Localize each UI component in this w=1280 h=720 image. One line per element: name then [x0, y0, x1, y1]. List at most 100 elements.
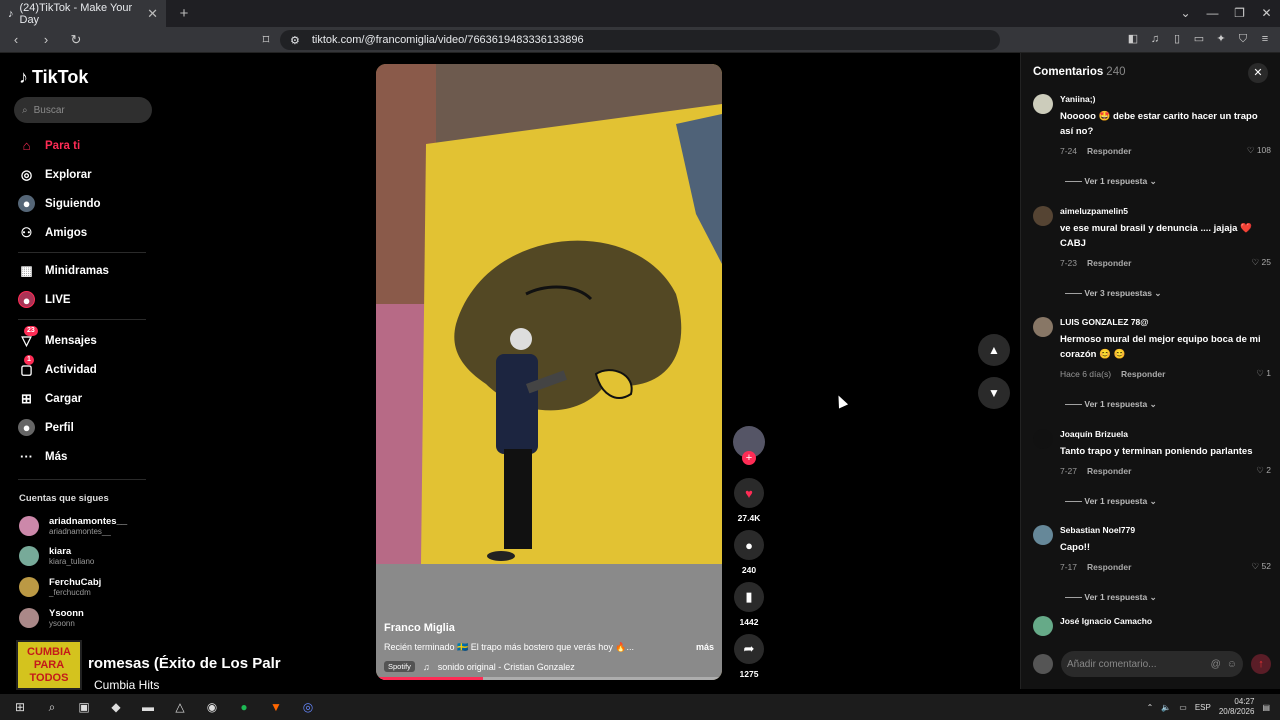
next-video-button[interactable]: ▼ — [978, 377, 1010, 409]
following-account[interactable]: ariadnamontes__ ariadnamontes__ — [19, 516, 127, 536]
following-account[interactable]: kiara kiara_tuliano — [19, 546, 94, 566]
avatar[interactable] — [1033, 206, 1053, 226]
video-sound[interactable]: Spotify ♫ sonido original - Cristian Gon… — [384, 661, 714, 672]
save-button[interactable]: ▮ 1442 — [733, 582, 765, 627]
comment-like-button[interactable]: ♡ 108 — [1247, 145, 1271, 156]
menu-icon[interactable]: ≡ — [1258, 32, 1272, 46]
more-link[interactable]: más — [696, 642, 714, 653]
brave-icon[interactable]: ▼ — [264, 700, 288, 714]
browser-tab[interactable]: ♪ (24)TikTok - Make Your Day ✕ — [0, 0, 166, 27]
site-info-icon[interactable]: ⚙ — [290, 34, 300, 47]
spotify-overlay[interactable]: CUMBIA PARA TODOS romesas (Éxito de Los … — [14, 640, 294, 692]
emoji-icon[interactable]: ☺ — [1227, 659, 1237, 670]
comment-button[interactable]: ● 240 — [733, 530, 765, 575]
app-icon[interactable]: △ — [168, 700, 192, 714]
forward-icon[interactable]: › — [36, 32, 56, 47]
clock[interactable]: 04:27 20/8/2026 — [1219, 697, 1255, 717]
comment-like-button[interactable]: ♡ 2 — [1256, 465, 1271, 476]
reply-button[interactable]: Responder — [1087, 562, 1131, 572]
spotify-chip[interactable]: Spotify — [384, 661, 415, 672]
sidebar-icon[interactable]: ▯ — [1170, 32, 1184, 46]
search-input[interactable]: ⌕ Buscar — [14, 97, 152, 123]
sidebar-item-amigos[interactable]: ⚇ Amigos — [18, 224, 88, 241]
view-replies-button[interactable]: —— Ver 1 respuesta ⌄ — [1065, 399, 1271, 410]
follow-plus-icon[interactable]: + — [742, 451, 756, 465]
tiktok-logo[interactable]: ♪ TikTok — [19, 67, 88, 88]
following-account[interactable]: FerchuCabj _ferchucdm — [19, 577, 101, 597]
previous-video-button[interactable]: ▲ — [978, 334, 1010, 366]
sidebar-item-actividad[interactable]: ▢ 1 Actividad — [18, 355, 97, 378]
avatar[interactable] — [1033, 94, 1053, 114]
back-icon[interactable]: ‹ — [6, 32, 26, 47]
mention-icon[interactable]: @ — [1211, 659, 1221, 670]
close-tab-icon[interactable]: ✕ — [147, 6, 158, 22]
sidebar-item-explorar[interactable]: ◎ Explorar — [18, 166, 92, 183]
music-icon[interactable]: ♫ — [1148, 32, 1162, 46]
reply-button[interactable]: Responder — [1121, 369, 1165, 379]
ai-icon[interactable]: ✦ — [1214, 32, 1228, 46]
close-comments-button[interactable]: ✕ — [1248, 63, 1268, 83]
bookmark-icon[interactable]: ⌑ — [256, 32, 276, 48]
like-button[interactable]: ♥ 27.4K — [733, 478, 765, 523]
volume-icon[interactable]: 🔈 — [1161, 703, 1171, 712]
close-window-icon[interactable]: ✕ — [1253, 0, 1280, 27]
comment-input[interactable]: Añadir comentario... @ ☺ — [1061, 651, 1243, 677]
avatar[interactable] — [1033, 525, 1053, 545]
language-indicator[interactable]: ESP — [1195, 703, 1211, 712]
view-replies-button[interactable]: —— Ver 1 respuesta ⌄ — [1065, 496, 1271, 507]
comment-like-button[interactable]: ♡ 1 — [1256, 368, 1271, 379]
reply-button[interactable]: Responder — [1087, 258, 1131, 268]
view-replies-button[interactable]: —— Ver 1 respuesta ⌄ — [1065, 592, 1271, 603]
sidebar-item-siguiendo[interactable]: ● Siguiendo — [18, 195, 101, 212]
avatar[interactable] — [1033, 429, 1053, 449]
video-player[interactable]: Franco Miglia Recién terminado 🇸🇪 El tra… — [376, 64, 722, 680]
sidebar-item-live[interactable]: ● LIVE — [18, 291, 71, 308]
chevron-up-icon[interactable]: ⌃ — [1147, 703, 1154, 712]
app-icon[interactable]: ◉ — [200, 700, 224, 714]
view-replies-button[interactable]: —— Ver 1 respuesta ⌄ — [1065, 176, 1271, 187]
notification-icon[interactable]: ▤ — [1262, 703, 1270, 712]
wallet-icon[interactable]: ▭ — [1192, 32, 1206, 46]
file-explorer-icon[interactable]: ▬ — [136, 700, 160, 714]
comment-user[interactable]: aimeluzpamelin5 — [1060, 206, 1271, 216]
app-icon[interactable]: ◆ — [104, 700, 128, 714]
avatar[interactable] — [1033, 616, 1053, 636]
send-button[interactable]: ↑ — [1251, 654, 1271, 674]
sidebar-item-para-ti[interactable]: ⌂ Para ti — [18, 137, 81, 154]
restore-icon[interactable]: ❐ — [1226, 0, 1253, 27]
spotify-icon[interactable]: ● — [232, 700, 256, 714]
windows-start-icon[interactable]: ⊞ — [8, 700, 32, 714]
minimize-icon[interactable]: — — [1199, 0, 1226, 27]
reply-button[interactable]: Responder — [1087, 466, 1131, 476]
following-account[interactable]: Ysoonn ysoonn — [19, 608, 84, 628]
task-view-icon[interactable]: ▣ — [72, 700, 96, 714]
video-description: Recién terminado 🇸🇪 El trapo más bostero… — [384, 642, 714, 653]
sidebar-item-mensajes[interactable]: ▽ 23 Mensajes — [18, 326, 97, 349]
comment-user[interactable]: Joaquín Brizuela — [1060, 429, 1271, 439]
video-author[interactable]: Franco Miglia — [384, 622, 714, 634]
sidebar-item-perfil[interactable]: ● Perfil — [18, 419, 74, 436]
share-button[interactable]: ➦ 1275 — [733, 634, 765, 679]
search-icon[interactable]: ⌕ — [40, 700, 64, 715]
video-progress-bar[interactable] — [376, 677, 722, 680]
chevron-down-icon[interactable]: ⌄ — [1172, 0, 1199, 27]
reload-icon[interactable]: ↻ — [66, 32, 86, 48]
sidebar-item-mas[interactable]: ··· Más — [18, 448, 67, 465]
view-replies-button[interactable]: —— Ver 3 respuestas ⌄ — [1065, 288, 1271, 299]
comment-like-button[interactable]: ♡ 25 — [1252, 257, 1271, 268]
address-bar[interactable]: ⚙ tiktok.com/@francomiglia/video/7663619… — [280, 30, 1000, 50]
sidebar-item-cargar[interactable]: ⊞ Cargar — [18, 390, 82, 407]
comment-user[interactable]: Sebastian Noel779 — [1060, 525, 1271, 535]
sidebar-item-minidramas[interactable]: ▦ Minidramas — [18, 262, 109, 279]
app-icon[interactable]: ◎ — [296, 700, 320, 714]
new-tab-icon[interactable]: + — [172, 5, 196, 22]
comment-user[interactable]: LUIS GONZALEZ 78@ — [1060, 317, 1271, 327]
network-icon[interactable]: ▭ — [1179, 703, 1187, 712]
comment-user[interactable]: Yaniina;) — [1060, 94, 1271, 104]
shield-icon[interactable]: ⛉ — [1236, 32, 1250, 46]
extension-icon[interactable]: ◧ — [1126, 32, 1140, 46]
comment-user[interactable]: José Ignacio Camacho — [1060, 616, 1271, 626]
avatar[interactable] — [1033, 317, 1053, 337]
comment-like-button[interactable]: ♡ 52 — [1252, 561, 1271, 572]
reply-button[interactable]: Responder — [1087, 146, 1131, 156]
